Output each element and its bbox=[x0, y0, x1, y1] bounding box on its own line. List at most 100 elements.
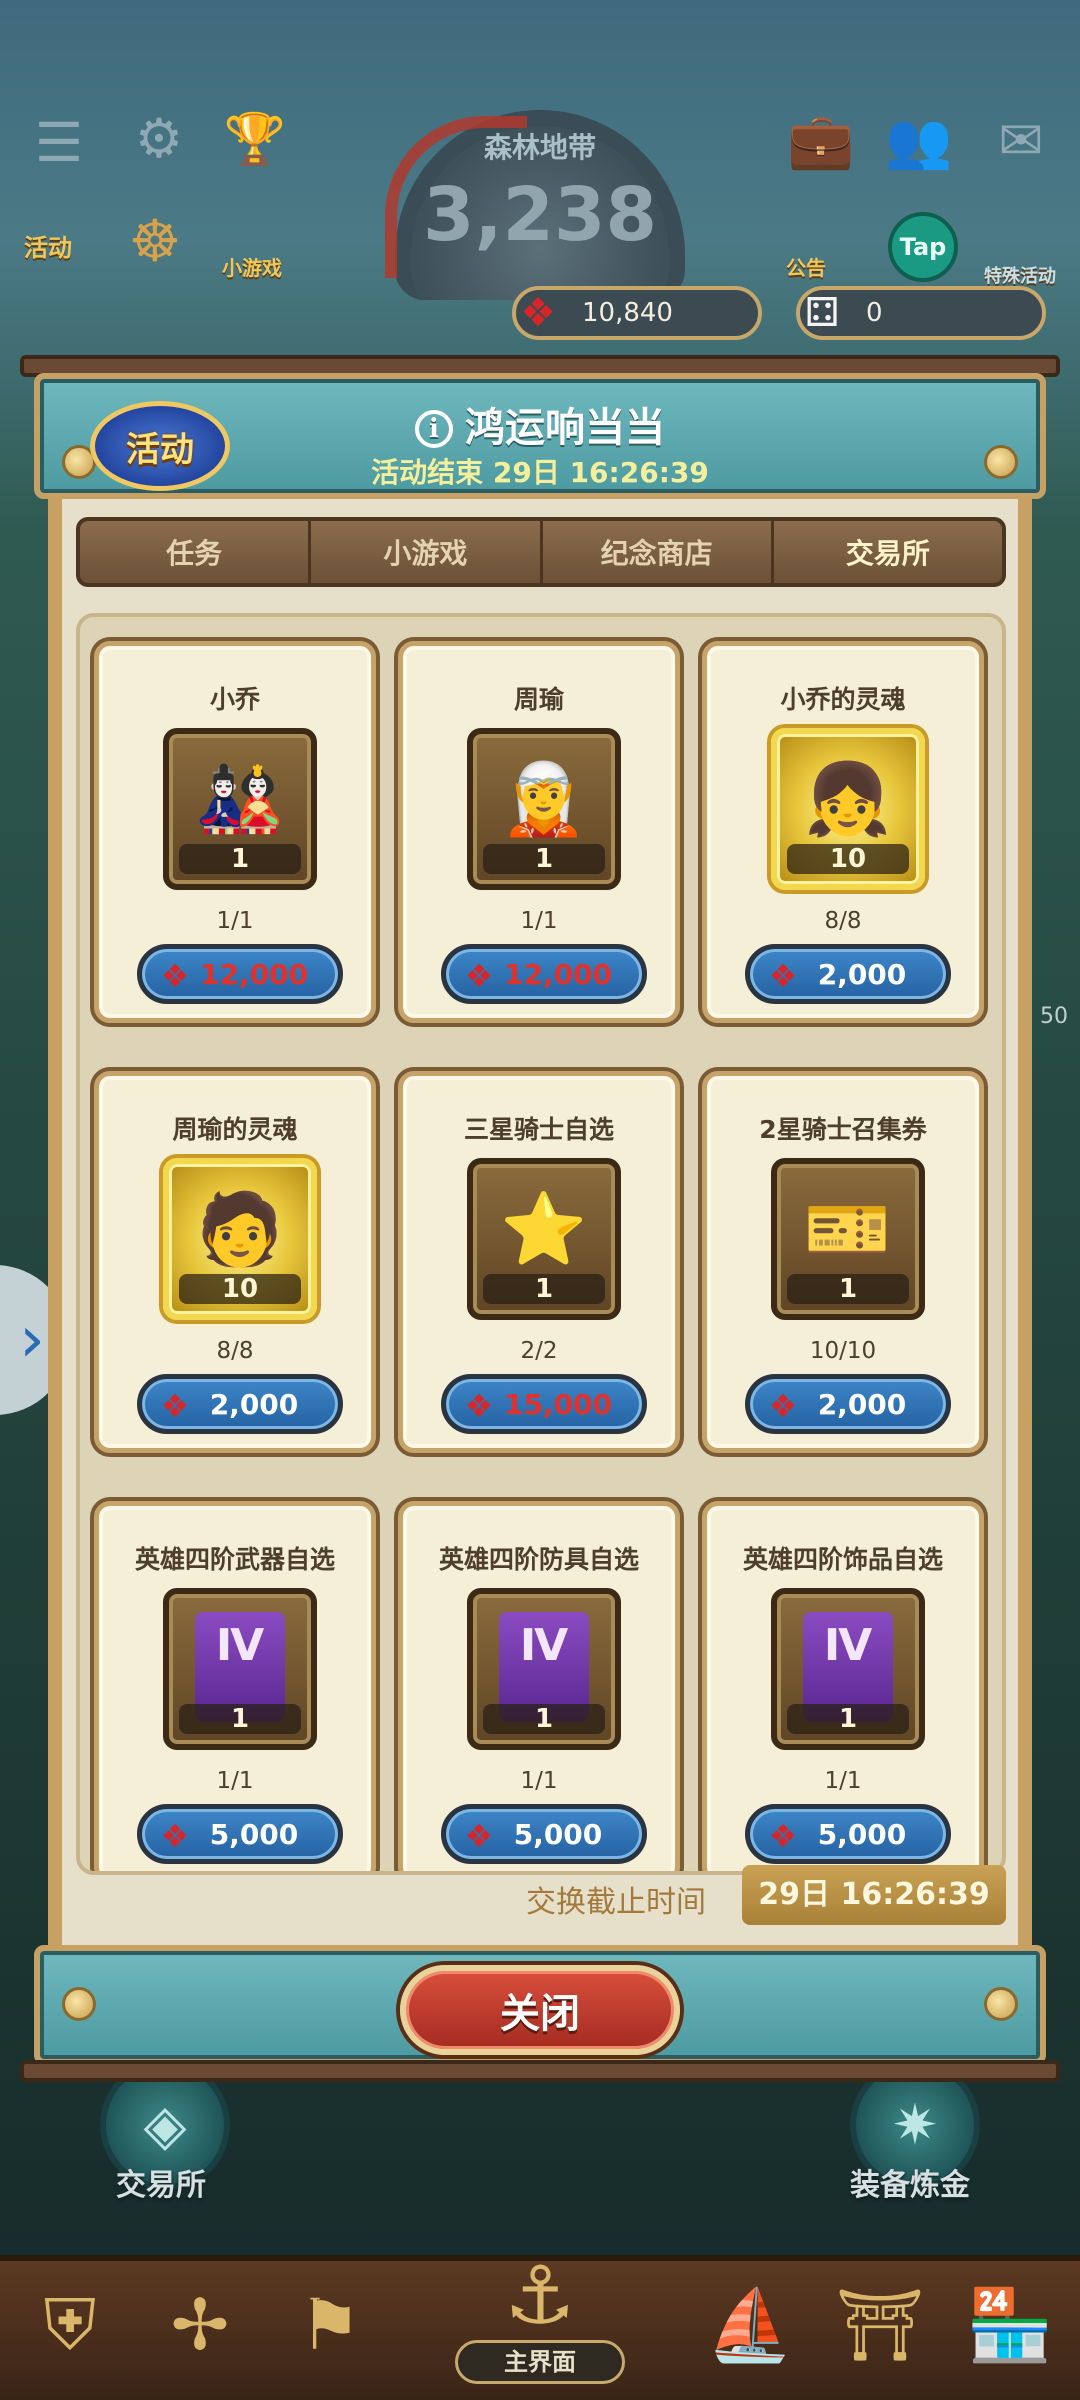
exchange-card[interactable]: 英雄四阶武器自选 Ⅳ 1 1/1 ❖ 5,000 bbox=[94, 1501, 376, 1871]
tab-3[interactable]: 交易所 bbox=[774, 521, 1002, 583]
ship-wheel-icon[interactable]: ☸ bbox=[120, 206, 190, 276]
close-button[interactable]: 关闭 bbox=[400, 1965, 680, 2055]
price-value: 2,000 bbox=[817, 1387, 907, 1421]
item-stock: 1/1 bbox=[824, 1768, 862, 1794]
item-art-icon: 🎎 bbox=[196, 757, 284, 840]
item-icon-box[interactable]: 🎎 1 bbox=[163, 728, 317, 890]
item-stock: 10/10 bbox=[809, 1338, 877, 1364]
buy-price-button[interactable]: ❖ 2,000 bbox=[745, 1374, 951, 1434]
exchange-card[interactable]: 小乔 🎎 1 1/1 ❖ 12,000 bbox=[94, 641, 376, 1023]
buy-price-button[interactable]: ❖ 5,000 bbox=[137, 1804, 343, 1864]
exchange-card[interactable]: 周瑜的灵魂 🧑 10 8/8 ❖ 2,000 bbox=[94, 1071, 376, 1453]
buy-price-button[interactable]: ❖ 12,000 bbox=[441, 944, 647, 1004]
briefcase-icon[interactable]: 💼 bbox=[786, 106, 856, 176]
home-label[interactable]: 主界面 bbox=[455, 2340, 625, 2384]
tap-button[interactable]: Tap bbox=[888, 212, 958, 282]
item-stock: 2/2 bbox=[520, 1338, 558, 1364]
nav-gate-icon[interactable]: ⛩ bbox=[820, 2265, 940, 2385]
item-icon-box[interactable]: ⭐ 1 bbox=[467, 1158, 621, 1320]
exchange-card[interactable]: 英雄四阶饰品自选 Ⅳ 1 1/1 ❖ 5,000 bbox=[702, 1501, 984, 1871]
exchange-grid: 小乔 🎎 1 1/1 ❖ 12,000 周瑜 🧝 1 1/1 ❖ 12,000 小乔的灵魂 👧 10 8/8 ❖… bbox=[94, 641, 996, 1871]
exchange-card[interactable]: 英雄四阶防具自选 Ⅳ 1 1/1 ❖ 5,000 bbox=[398, 1501, 680, 1871]
nav-ship-icon[interactable]: ⛵ bbox=[690, 2265, 810, 2385]
menu-icon[interactable]: ☰ bbox=[24, 108, 94, 178]
event-end-time: 活动结束 29日 16:26:39 bbox=[371, 456, 709, 489]
tab-1[interactable]: 小游戏 bbox=[311, 521, 543, 583]
minigame-shortcut[interactable]: 小游戏 bbox=[222, 252, 282, 281]
activity-modal: 活动 i 鸿运响当当 活动结束 29日 16:26:39 任务 小游戏 纪念商店 交易所… bbox=[20, 355, 1060, 2082]
buy-price-button[interactable]: ❖ 5,000 bbox=[441, 1804, 647, 1864]
deadline-label: 交换截止时间 bbox=[526, 1885, 706, 1920]
price-value: 2,000 bbox=[817, 957, 907, 991]
nav-hero-icon[interactable]: ⛨ bbox=[10, 2265, 130, 2385]
item-count: 1 bbox=[483, 1274, 605, 1304]
buy-price-button[interactable]: ❖ 12,000 bbox=[137, 944, 343, 1004]
tab-0[interactable]: 任务 bbox=[80, 521, 312, 583]
item-art-icon: 🎫 bbox=[804, 1187, 892, 1270]
lucky-knot-icon: ❖ bbox=[160, 1817, 190, 1855]
exchange-grid-frame: 小乔 🎎 1 1/1 ❖ 12,000 周瑜 🧝 1 1/1 ❖ 12,000 小乔的灵魂 👧 10 8/8 ❖… bbox=[76, 613, 1006, 1875]
exchange-card[interactable]: 小乔的灵魂 👧 10 8/8 ❖ 2,000 bbox=[702, 641, 984, 1023]
diamond-icon: ◈ bbox=[143, 2092, 187, 2158]
item-count: 10 bbox=[179, 1274, 301, 1304]
lucky-knot-icon: ❖ bbox=[768, 1387, 798, 1425]
zone-display: 森林地带 3,238 bbox=[385, 110, 685, 300]
item-icon-box[interactable]: Ⅳ1 bbox=[467, 1588, 621, 1750]
modal-title-text: 鸿运响当当 bbox=[465, 405, 665, 451]
item-art-icon: 🧑 bbox=[196, 1187, 284, 1270]
knot-currency[interactable]: ❖ 10,840 bbox=[512, 286, 762, 340]
dice-currency[interactable]: ⚃ 0 bbox=[796, 286, 1046, 340]
item-icon-box[interactable]: 🧝 1 bbox=[467, 728, 621, 890]
mail-icon[interactable]: ✉ bbox=[986, 106, 1056, 176]
item-icon-box[interactable]: Ⅳ1 bbox=[163, 1588, 317, 1750]
modal-header: 活动 i 鸿运响当当 活动结束 29日 16:26:39 bbox=[34, 373, 1046, 499]
price-value: 5,000 bbox=[817, 1817, 907, 1851]
buy-price-button[interactable]: ❖ 5,000 bbox=[745, 1804, 951, 1864]
lucky-knot-icon: ❖ bbox=[464, 1817, 494, 1855]
buy-price-button[interactable]: ❖ 15,000 bbox=[441, 1374, 647, 1434]
item-name: 2星骑士召集券 bbox=[759, 1115, 927, 1144]
deadline-row: 交换截止时间 29日 16:26:39 bbox=[76, 1865, 1006, 1927]
price-value: 12,000 bbox=[503, 957, 613, 991]
buy-price-button[interactable]: ❖ 2,000 bbox=[137, 1374, 343, 1434]
item-stock: 1/1 bbox=[520, 908, 558, 934]
exchange-card[interactable]: 三星骑士自选 ⭐ 1 2/2 ❖ 15,000 bbox=[398, 1071, 680, 1453]
friends-icon[interactable]: 👥 bbox=[884, 106, 954, 176]
announcement-shortcut[interactable]: 公告 bbox=[786, 252, 826, 281]
buy-price-button[interactable]: ❖ 2,000 bbox=[745, 944, 951, 1004]
item-count: 1 bbox=[787, 1704, 909, 1734]
item-count: 1 bbox=[483, 1704, 605, 1734]
footer-bolt-right bbox=[984, 1987, 1018, 2021]
item-icon-box[interactable]: 👧 10 bbox=[771, 728, 925, 890]
exchange-card[interactable]: 周瑜 🧝 1 1/1 ❖ 12,000 bbox=[398, 641, 680, 1023]
modal-tabs: 任务 小游戏 纪念商店 交易所 bbox=[76, 517, 1006, 587]
zone-name: 森林地带 bbox=[483, 131, 596, 164]
activity-shortcut[interactable]: 活动 bbox=[24, 228, 72, 263]
dice-currency-value: 0 bbox=[866, 298, 883, 328]
special-event-shortcut[interactable]: 特殊活动 bbox=[984, 262, 1056, 288]
nav-shop-icon[interactable]: 🏪 bbox=[950, 2265, 1070, 2385]
item-name: 小乔 bbox=[209, 685, 260, 714]
exchange-circle-label: 交易所 bbox=[116, 2168, 206, 2203]
trophy-icon[interactable]: 🏆 bbox=[220, 104, 290, 174]
nav-banner-icon[interactable]: ⚑ bbox=[270, 2265, 390, 2385]
lucky-knot-icon: ❖ bbox=[464, 1387, 494, 1425]
gear-icon[interactable]: ⚙ bbox=[124, 104, 194, 174]
info-icon[interactable]: i bbox=[415, 410, 453, 448]
price-value: 15,000 bbox=[503, 1387, 613, 1421]
item-name: 周瑜的灵魂 bbox=[172, 1115, 298, 1144]
zone-value: 3,238 bbox=[422, 172, 658, 258]
item-icon-box[interactable]: 🧑 10 bbox=[163, 1158, 317, 1320]
tab-2[interactable]: 纪念商店 bbox=[543, 521, 774, 583]
item-icon-box[interactable]: Ⅳ1 bbox=[771, 1588, 925, 1750]
item-name: 英雄四阶武器自选 bbox=[134, 1545, 335, 1574]
item-icon-box[interactable]: 🎫 1 bbox=[771, 1158, 925, 1320]
nav-anchor-icon[interactable]: ⚓ bbox=[480, 2235, 600, 2355]
nav-propeller-icon[interactable]: ✢ bbox=[140, 2265, 260, 2385]
item-stock: 1/1 bbox=[520, 1768, 558, 1794]
footer-bolt-left bbox=[62, 1987, 96, 2021]
item-art-icon: 🧝 bbox=[500, 757, 588, 840]
exchange-card[interactable]: 2星骑士召集券 🎫 1 10/10 ❖ 2,000 bbox=[702, 1071, 984, 1453]
lucky-knot-icon: ❖ bbox=[160, 1387, 190, 1425]
item-name: 周瑜 bbox=[513, 685, 564, 714]
